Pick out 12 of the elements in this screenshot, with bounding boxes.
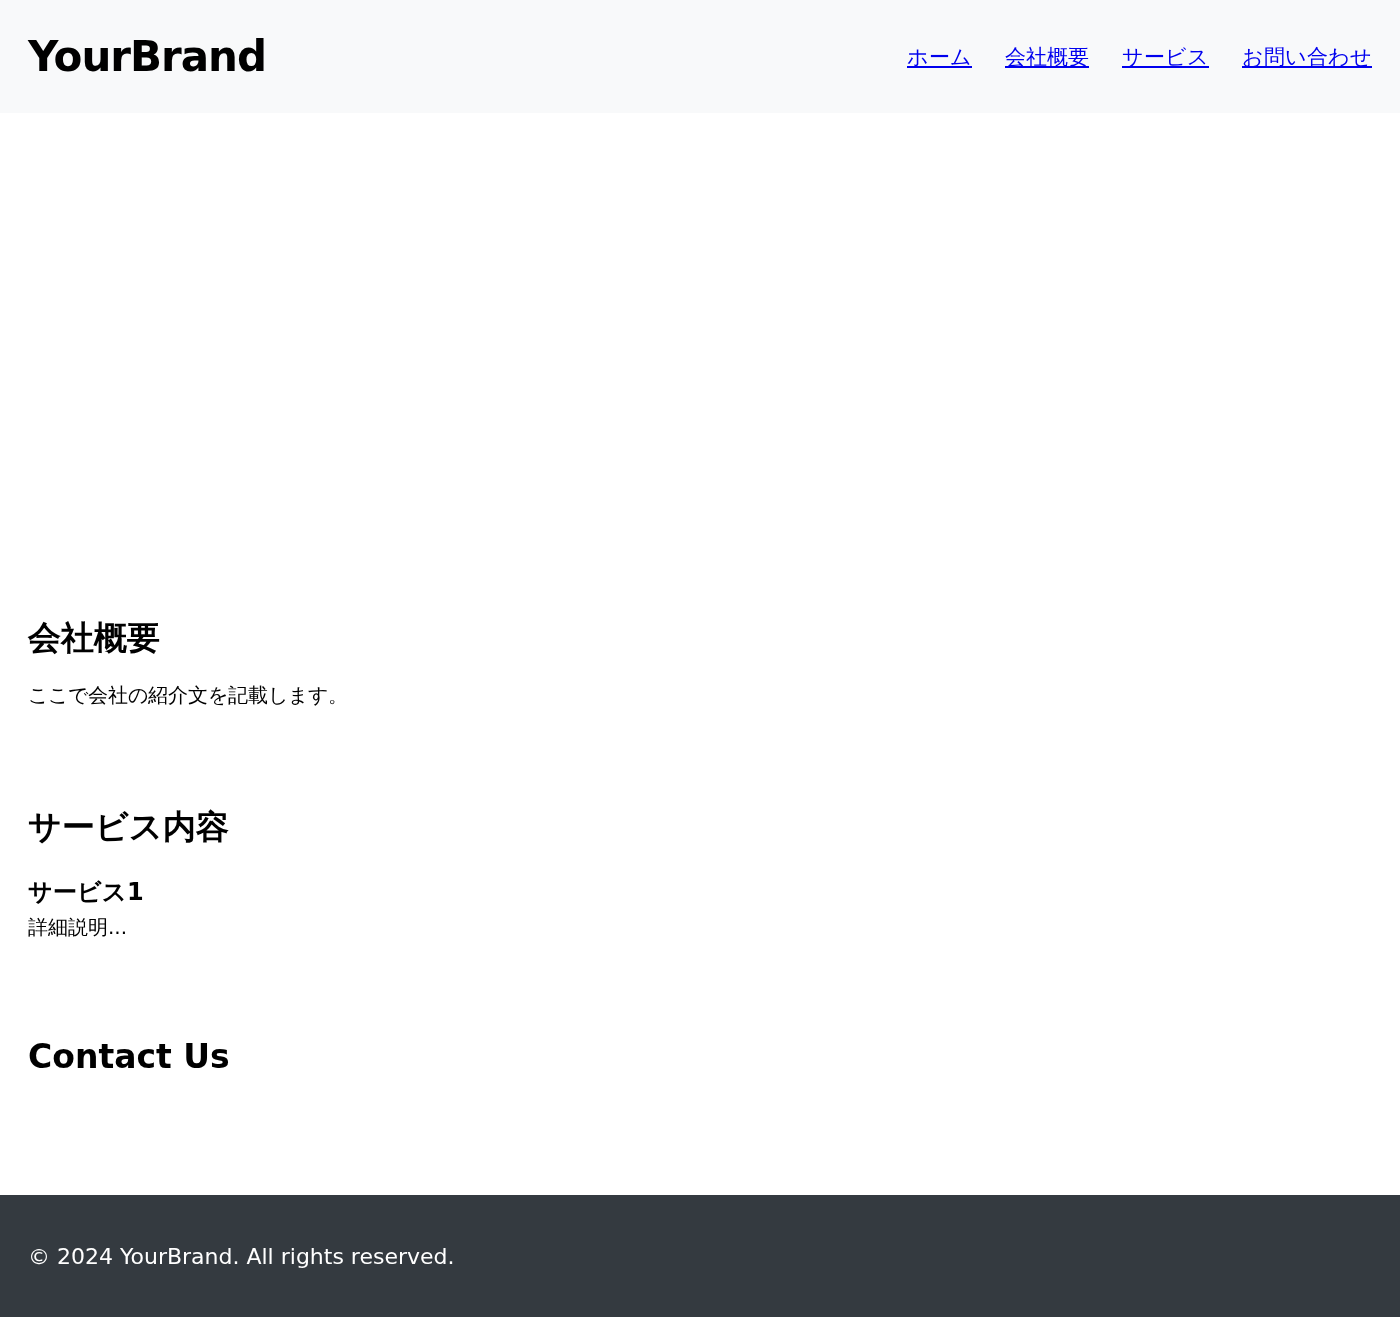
about-text: ここで会社の紹介文を記載します。 [28, 681, 349, 709]
nav-link[interactable]: サービス [1122, 42, 1209, 71]
service-title: サービス1 [28, 877, 145, 909]
nav-link[interactable]: ホーム [907, 42, 972, 71]
section-heading: 会社概要 [28, 618, 161, 658]
copyright-text: © 2024 YourBrand. All rights reserved. [28, 1243, 455, 1269]
nav-link[interactable]: お問い合わせ [1242, 42, 1372, 71]
section-heading: Contact Us [28, 1037, 231, 1077]
brand-logo[interactable]: YourBrand [28, 32, 267, 81]
service-description: 詳細説明... [28, 914, 129, 942]
nav-link[interactable]: 会社概要 [1005, 42, 1089, 71]
section-heading: サービス内容 [28, 806, 230, 847]
